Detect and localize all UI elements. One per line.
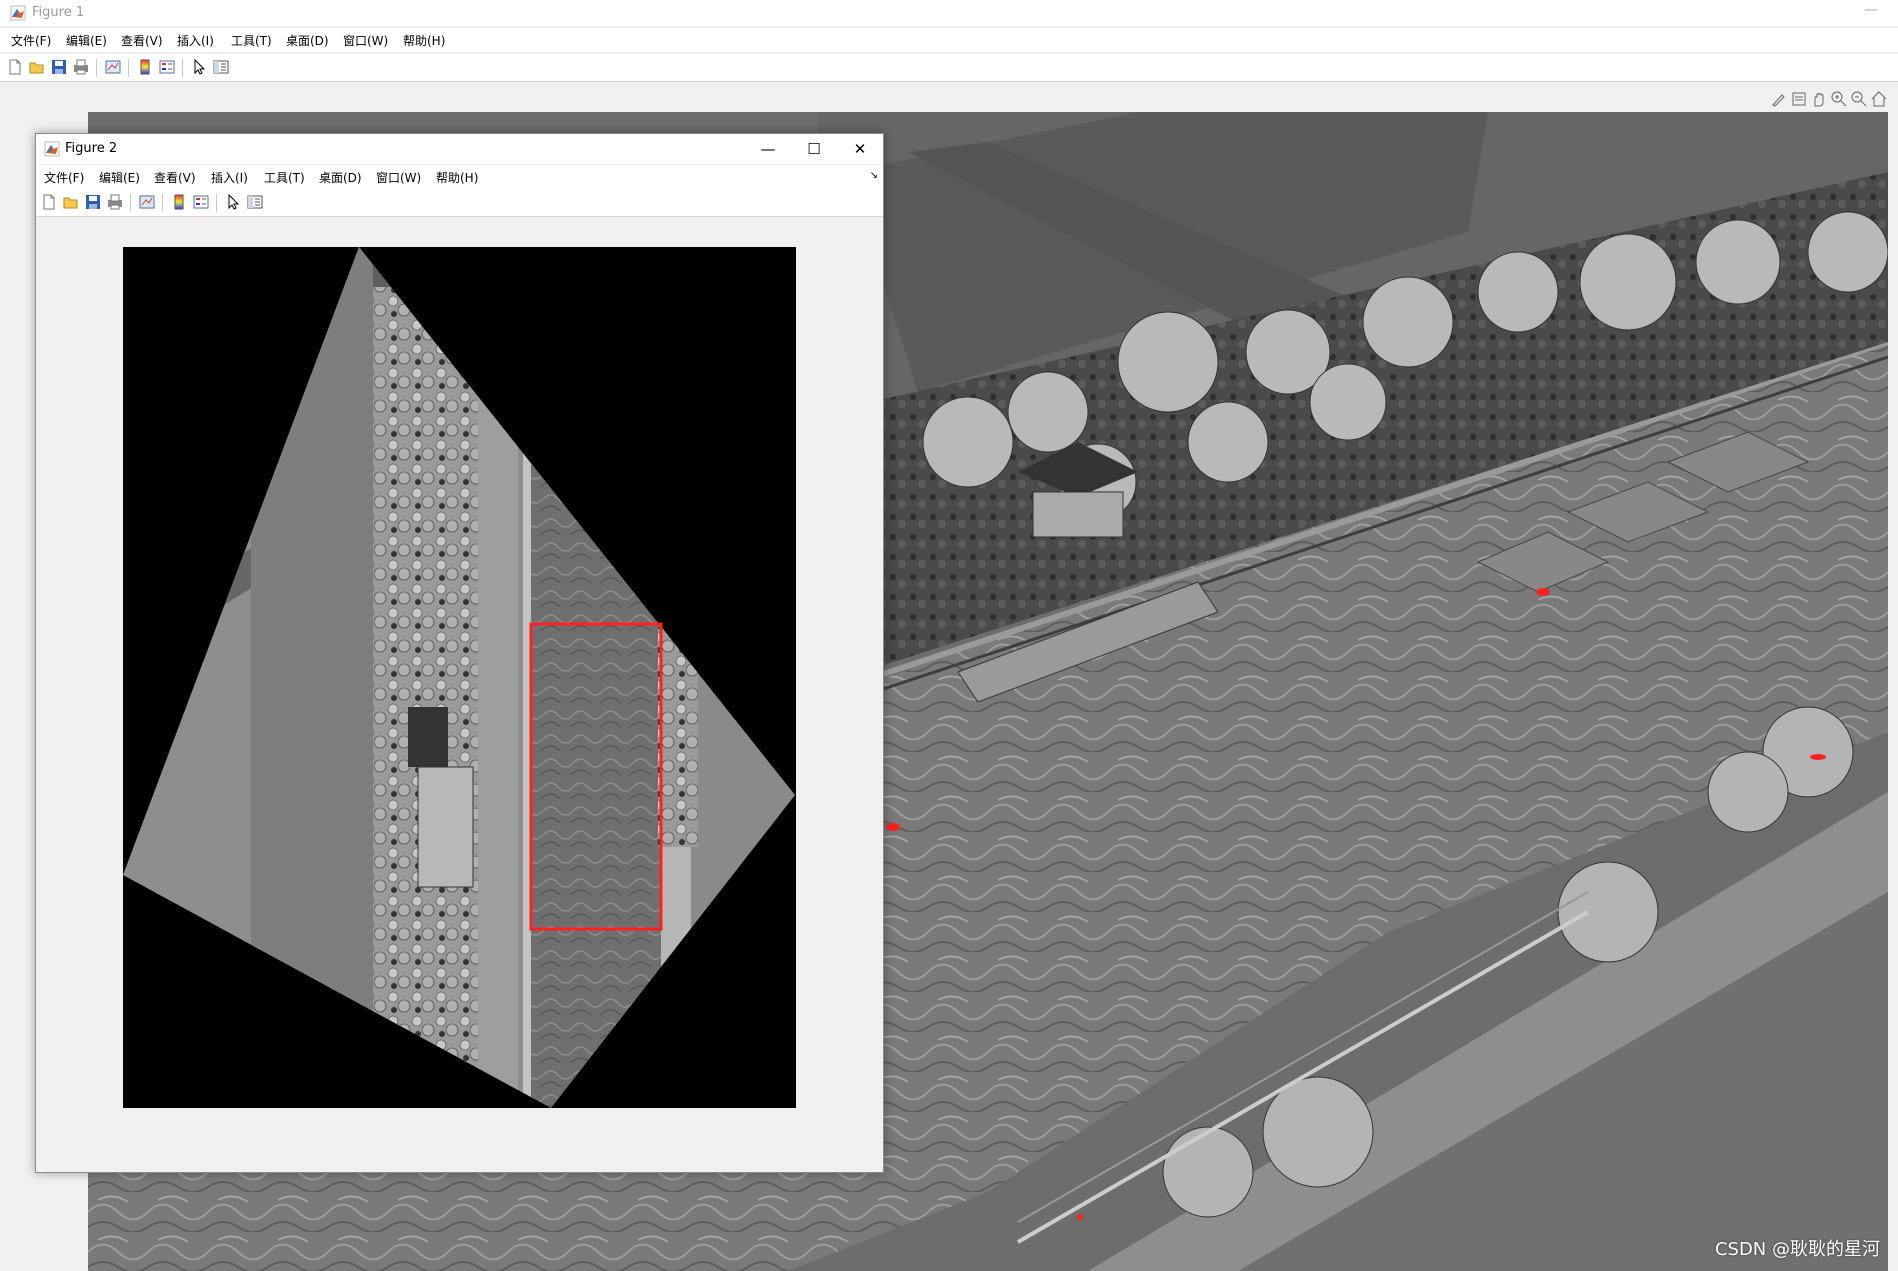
menu-file[interactable]: 文件(F) <box>44 169 84 186</box>
menu-file[interactable]: 文件(F) <box>11 32 51 49</box>
figure-2-toolbar <box>36 189 883 217</box>
menu-window[interactable]: 窗口(W) <box>376 169 421 186</box>
toolbar-separator <box>216 194 217 212</box>
minimize-button[interactable]: — <box>745 134 791 164</box>
print-icon[interactable] <box>72 58 90 76</box>
save-icon[interactable] <box>84 193 102 211</box>
menu-desktop[interactable]: 桌面(D) <box>319 169 362 186</box>
axes-toolbar <box>1770 90 1890 110</box>
open-file-icon[interactable] <box>28 58 46 76</box>
print-icon[interactable] <box>106 193 124 211</box>
figure-2-image-axes[interactable] <box>123 247 796 1108</box>
pointer-icon[interactable] <box>224 193 242 211</box>
matlab-logo-icon <box>10 5 26 21</box>
rotated-grayscale-image <box>123 247 796 1108</box>
menu-view[interactable]: 查看(V) <box>121 32 163 49</box>
toolbar-separator <box>96 59 97 77</box>
toolbar-separator <box>128 59 129 77</box>
menu-view[interactable]: 查看(V) <box>154 169 196 186</box>
insert-legend-icon[interactable] <box>158 58 176 76</box>
menu-edit[interactable]: 编辑(E) <box>66 32 107 49</box>
close-button[interactable]: ✕ <box>837 134 883 164</box>
link-plot-icon[interactable] <box>138 193 156 211</box>
menu-insert[interactable]: 插入(I) <box>177 32 214 49</box>
menu-tools[interactable]: 工具(T) <box>231 32 272 49</box>
figure-1-titlebar: Figure 1 — <box>0 0 1898 26</box>
menu-window[interactable]: 窗口(W) <box>343 32 388 49</box>
figure-2-title: Figure 2 <box>65 141 118 156</box>
menu-help[interactable]: 帮助(H) <box>403 32 445 49</box>
home-icon[interactable] <box>1870 90 1888 108</box>
insert-colorbar-icon[interactable] <box>136 58 154 76</box>
toolbar-separator <box>162 194 163 212</box>
menu-help[interactable]: 帮助(H) <box>436 169 478 186</box>
watermark-text: CSDN @耿耿的星河 <box>1714 1239 1880 1260</box>
matlab-logo-icon <box>44 141 60 157</box>
new-figure-icon[interactable] <box>6 58 24 76</box>
new-figure-icon[interactable] <box>40 193 58 211</box>
figure-2-window[interactable]: Figure 2 — ☐ ✕ 文件(F) 编辑(E) 查看(V) 插入(I) 工… <box>35 133 884 1173</box>
insert-legend-icon[interactable] <box>192 193 210 211</box>
figure-2-menubar: 文件(F) 编辑(E) 查看(V) 插入(I) 工具(T) 桌面(D) 窗口(W… <box>36 165 883 189</box>
menu-desktop[interactable]: 桌面(D) <box>286 32 329 49</box>
data-tips-icon[interactable] <box>1790 90 1808 108</box>
figure-2-titlebar[interactable]: Figure 2 — ☐ ✕ <box>36 134 883 164</box>
menu-insert[interactable]: 插入(I) <box>211 169 248 186</box>
toolbar-separator <box>182 59 183 77</box>
link-plot-icon[interactable] <box>104 58 122 76</box>
save-icon[interactable] <box>50 58 68 76</box>
property-inspector-icon[interactable] <box>212 58 230 76</box>
pan-icon[interactable] <box>1810 90 1828 108</box>
menu-tools[interactable]: 工具(T) <box>264 169 305 186</box>
insert-colorbar-icon[interactable] <box>170 193 188 211</box>
pointer-icon[interactable] <box>190 58 208 76</box>
toolbar-separator <box>130 194 131 212</box>
figure-1-menubar: 文件(F) 编辑(E) 查看(V) 插入(I) 工具(T) 桌面(D) 窗口(W… <box>0 28 1898 52</box>
minimize-button[interactable]: — <box>1864 2 1878 18</box>
open-file-icon[interactable] <box>62 193 80 211</box>
figure-1-toolbar <box>0 54 1898 82</box>
maximize-button[interactable]: ☐ <box>791 134 837 164</box>
zoom-out-icon[interactable] <box>1850 90 1868 108</box>
figure-2-content <box>36 218 883 1172</box>
property-inspector-icon[interactable] <box>246 193 264 211</box>
dock-figure-icon[interactable]: ↘ <box>870 170 878 181</box>
menu-edit[interactable]: 编辑(E) <box>99 169 140 186</box>
zoom-in-icon[interactable] <box>1830 90 1848 108</box>
figure-1-title: Figure 1 <box>32 5 85 20</box>
brush-icon[interactable] <box>1770 90 1788 108</box>
